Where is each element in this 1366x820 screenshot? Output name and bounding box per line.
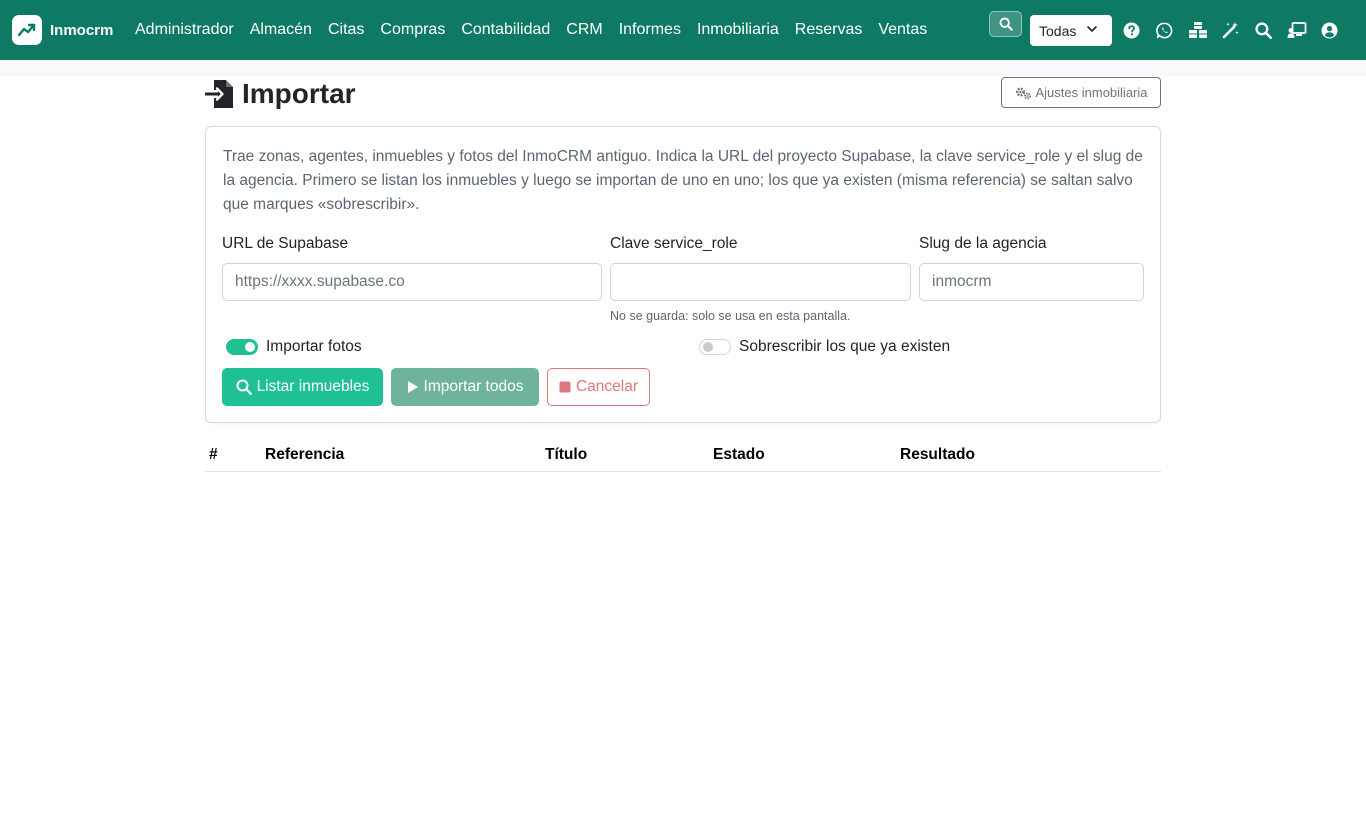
cancel-label: Cancelar <box>575 378 639 395</box>
gears-icon <box>1015 86 1031 99</box>
chalkboard-user-icon[interactable] <box>1285 18 1308 42</box>
user-icon[interactable] <box>1318 18 1341 42</box>
brand-name: Inmocrm <box>50 21 114 39</box>
menu-item-contabilidad[interactable]: Contabilidad <box>453 21 558 39</box>
menu-item-ventas[interactable]: Ventas <box>870 21 935 39</box>
menu-item-compras[interactable]: Compras <box>372 21 453 39</box>
agency-slug-label: Slug de la agencia <box>919 235 1047 252</box>
agency-slug-input[interactable] <box>919 263 1144 301</box>
import-card: Trae zonas, agentes, inmuebles y fotos d… <box>205 126 1161 423</box>
chevron-down-icon <box>1087 26 1097 32</box>
help-icon[interactable] <box>1120 18 1143 42</box>
column-header-status: Estado <box>713 440 900 472</box>
menu-item-reservas[interactable]: Reservas <box>787 21 871 39</box>
brand[interactable]: Inmocrm <box>12 15 113 45</box>
import-all-button[interactable]: Importar todos <box>391 368 539 406</box>
import-description: Trae zonas, agentes, inmuebles y fotos d… <box>223 148 1143 213</box>
search-icon[interactable] <box>1252 18 1275 42</box>
whatsapp-icon[interactable] <box>1153 18 1176 42</box>
trending-up-icon <box>12 15 42 45</box>
play-icon <box>407 381 418 393</box>
cubes-icon[interactable] <box>1186 18 1209 42</box>
list-properties-button[interactable]: Listar inmuebles <box>222 368 383 406</box>
global-search-button[interactable] <box>989 11 1022 37</box>
import-photos-label: Importar fotos <box>266 338 362 355</box>
service-role-key-input[interactable] <box>610 263 911 301</box>
file-import-icon <box>205 80 233 108</box>
scope-select-value: Todas <box>1039 22 1077 39</box>
menu-item-inmobiliaria[interactable]: Inmobiliaria <box>689 21 787 39</box>
main-menu: Administrador Almacén Citas Compras Cont… <box>127 0 935 60</box>
overwrite-label: Sobrescribir los que ya existen <box>739 338 951 355</box>
real-estate-settings-button[interactable]: Ajustes inmobiliaria <box>1001 77 1161 108</box>
supabase-url-label: URL de Supabase <box>222 235 349 252</box>
stop-icon <box>559 381 571 393</box>
menu-item-almacen[interactable]: Almacén <box>242 21 320 39</box>
column-header-title: Título <box>545 440 713 472</box>
service-role-key-label: Clave service_role <box>610 235 738 252</box>
overwrite-toggle[interactable] <box>699 339 731 355</box>
service-role-key-help: No se guarda: solo se usa en esta pantal… <box>610 309 851 323</box>
column-header-result: Resultado <box>900 440 1161 472</box>
settings-button-label: Ajustes inmobiliaria <box>1035 85 1148 100</box>
company-scope-select[interactable]: Todas <box>1030 15 1112 46</box>
magic-wand-icon[interactable] <box>1219 18 1242 42</box>
page-title: Importar <box>242 78 356 109</box>
cancel-button[interactable]: Cancelar <box>547 368 650 406</box>
menu-item-informes[interactable]: Informes <box>611 21 689 39</box>
list-properties-label: Listar inmuebles <box>256 378 370 395</box>
import-all-label: Importar todos <box>423 378 524 395</box>
import-photos-toggle[interactable] <box>226 339 258 355</box>
top-navbar: Inmocrm Administrador Almacén Citas Comp… <box>0 0 1366 60</box>
supabase-url-input[interactable] <box>222 263 602 301</box>
column-header-number: # <box>205 440 265 472</box>
menu-item-administrador[interactable]: Administrador <box>127 21 242 39</box>
column-header-reference: Referencia <box>265 440 545 472</box>
search-icon <box>236 379 252 395</box>
search-icon <box>999 17 1013 31</box>
navbar-underline <box>0 60 1366 76</box>
page-header: Importar <box>205 78 356 110</box>
menu-item-crm[interactable]: CRM <box>558 21 610 39</box>
table-header-row: # Referencia Título Estado Resultado <box>205 440 1161 472</box>
menu-item-citas[interactable]: Citas <box>320 21 372 39</box>
import-results-table: # Referencia Título Estado Resultado <box>205 440 1161 472</box>
navbar-icon-group <box>1120 18 1351 42</box>
